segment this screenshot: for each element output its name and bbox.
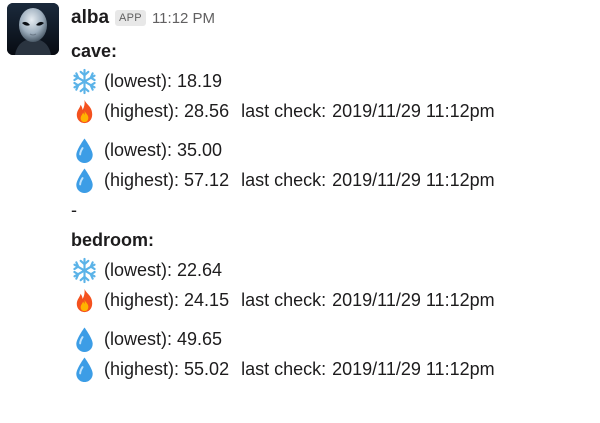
reading-text: (highest): 55.02 <box>104 359 230 379</box>
droplet-icon <box>71 167 98 194</box>
reading-text: (highest): 24.15 <box>104 290 230 310</box>
last-check-label: last check: <box>241 290 327 310</box>
reading-text: (lowest): 22.64 <box>104 260 223 280</box>
app-badge: APP <box>115 10 146 26</box>
reading-text: (lowest): 35.00 <box>104 140 223 160</box>
alien-avatar-icon <box>7 3 59 55</box>
section-title: cave: <box>71 41 118 61</box>
snowflake-icon <box>71 257 98 284</box>
separator: - <box>71 200 77 220</box>
droplet-icon <box>71 137 98 164</box>
last-check-label: last check: <box>241 101 327 121</box>
reading-row: (lowest): 22.64 <box>71 255 596 285</box>
last-check-label: last check: <box>241 359 327 379</box>
droplet-icon <box>71 356 98 383</box>
timestamp[interactable]: 11:12 PM <box>152 10 215 27</box>
last-check-value: 2019/11/29 11:12pm <box>332 170 495 190</box>
last-check-value: 2019/11/29 11:12pm <box>332 101 495 121</box>
snowflake-icon <box>71 68 98 95</box>
fire-icon <box>71 287 98 314</box>
reading-row: (lowest): 18.19 <box>71 66 596 96</box>
last-check-value: 2019/11/29 11:12pm <box>332 359 495 379</box>
reading-row: (highest): 24.15 last check: 2019/11/29 … <box>71 285 596 315</box>
reading-row: (lowest): 35.00 <box>71 135 596 165</box>
sender-name[interactable]: alba <box>71 7 109 29</box>
reading-text: (highest): 57.12 <box>104 170 230 190</box>
reading-row: (highest): 55.02 last check: 2019/11/29 … <box>71 354 596 384</box>
reading-row: (lowest): 49.65 <box>71 324 596 354</box>
message-header: alba APP 11:12 PM <box>71 6 215 30</box>
reading-text: (lowest): 18.19 <box>104 71 223 91</box>
message-body: cave: (lowest): 18.19 (highest): 28.56 l… <box>71 36 596 384</box>
reading-text: (lowest): 49.65 <box>104 329 223 349</box>
last-check-label: last check: <box>241 170 327 190</box>
avatar[interactable] <box>7 3 59 55</box>
section-title: bedroom: <box>71 230 154 250</box>
reading-row: (highest): 28.56 last check: 2019/11/29 … <box>71 96 596 126</box>
droplet-icon <box>71 326 98 353</box>
fire-icon <box>71 98 98 125</box>
last-check-value: 2019/11/29 11:12pm <box>332 290 495 310</box>
reading-text: (highest): 28.56 <box>104 101 230 121</box>
reading-row: (highest): 57.12 last check: 2019/11/29 … <box>71 165 596 195</box>
